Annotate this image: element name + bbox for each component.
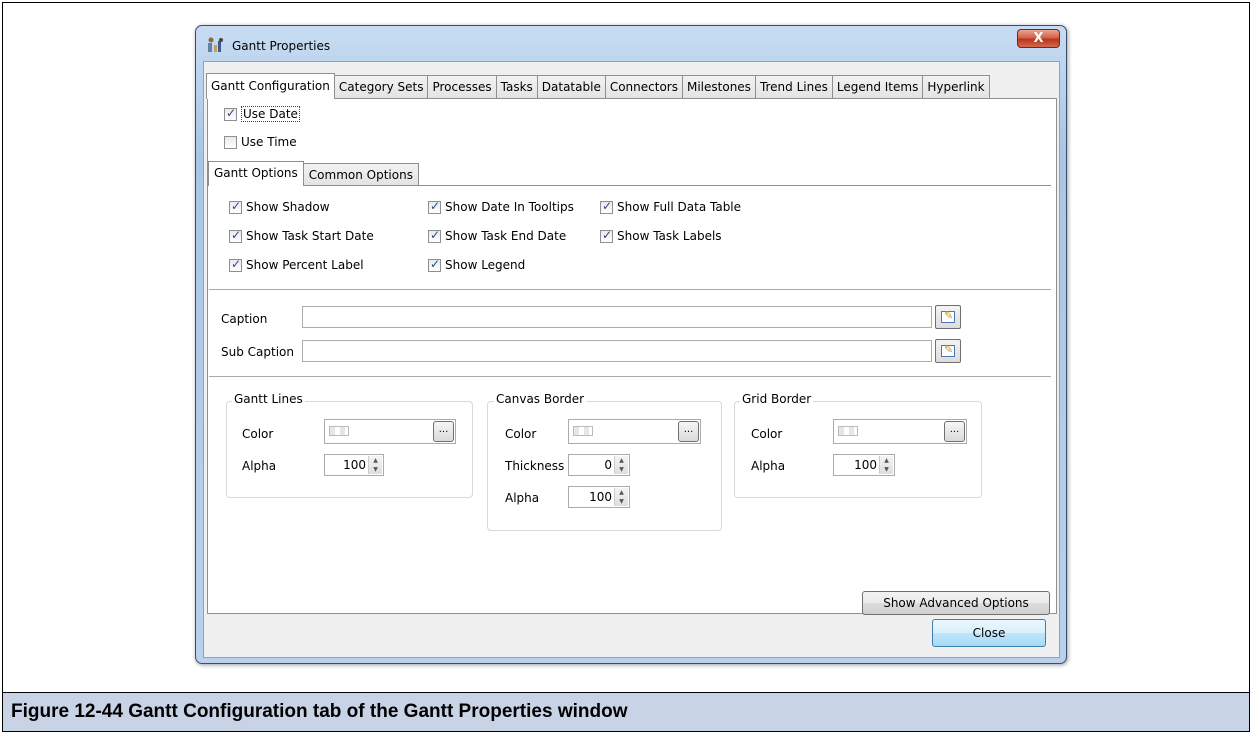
sub-caption-input[interactable]	[302, 340, 932, 362]
checkbox-box[interactable]	[229, 228, 242, 243]
spinner-arrows-icon[interactable]: ▲ ▼	[614, 456, 628, 474]
tab-legend-items[interactable]: Legend Items	[831, 75, 924, 99]
show-task-labels-checkbox[interactable]: Show Task Labels	[600, 228, 722, 243]
gantt-properties-window: Gantt Properties X Gantt Configuration C…	[195, 25, 1067, 664]
grid-border-color-label: Color	[751, 427, 783, 441]
grid-border-alpha-spinner[interactable]: 100 ▲ ▼	[833, 454, 895, 476]
window-client: Gantt Configuration Category Sets Proces…	[203, 61, 1060, 658]
gantt-lines-alpha-spinner[interactable]: 100 ▲ ▼	[324, 454, 384, 476]
show-full-data-table-checkbox[interactable]: Show Full Data Table	[600, 199, 741, 214]
use-time-checkbox[interactable]: Use Time	[224, 135, 297, 149]
tab-hyperlink[interactable]: Hyperlink	[922, 75, 990, 99]
grid-border-group	[734, 401, 982, 498]
color-browse-button[interactable]: ...	[433, 421, 454, 442]
canvas-border-color-label: Color	[505, 427, 537, 441]
show-date-in-tooltips-checkbox[interactable]: Show Date In Tooltips	[428, 199, 574, 214]
gantt-configuration-panel: Use Date Use Time Gantt Options Common O…	[207, 98, 1057, 615]
spinner-arrows-icon[interactable]: ▲ ▼	[614, 488, 628, 506]
caption-edit-button[interactable]	[935, 305, 961, 329]
checkbox-box[interactable]	[224, 106, 237, 121]
spinner-value: 100	[343, 458, 366, 472]
canvas-border-title: Canvas Border	[494, 392, 587, 406]
tab-processes[interactable]: Processes	[427, 75, 497, 99]
sub-tab-strip: Gantt Options Common Options	[208, 161, 419, 186]
tab-common-options[interactable]: Common Options	[302, 163, 419, 185]
caption-input[interactable]	[302, 306, 932, 328]
window-title: Gantt Properties	[232, 39, 331, 53]
figure-caption: Figure 12-44 Gantt Configuration tab of …	[2, 692, 1250, 732]
caption-label: Caption	[221, 312, 268, 326]
checkbox-box[interactable]	[224, 136, 237, 149]
title-bar[interactable]: Gantt Properties X	[196, 26, 1066, 56]
tab-milestones[interactable]: Milestones	[681, 75, 756, 99]
app-icon	[208, 37, 223, 52]
checkbox-box[interactable]	[428, 199, 441, 214]
grid-border-alpha-label: Alpha	[751, 459, 786, 473]
tab-category-sets[interactable]: Category Sets	[333, 75, 429, 99]
canvas-border-thickness-label: Thickness	[505, 459, 565, 473]
color-browse-button[interactable]: ...	[678, 421, 699, 442]
checkbox-box[interactable]	[229, 257, 242, 272]
checkbox-box[interactable]	[428, 257, 441, 272]
use-date-checkbox[interactable]: Use Date	[224, 106, 300, 122]
checkbox-box[interactable]	[600, 199, 613, 214]
spinner-arrows-icon[interactable]: ▲ ▼	[368, 456, 382, 474]
show-shadow-checkbox[interactable]: Show Shadow	[229, 199, 330, 214]
checkbox-box[interactable]	[600, 228, 613, 243]
gantt-options-panel: Show Shadow Show Date In Tooltips Show F…	[209, 185, 1051, 290]
gantt-lines-color-picker[interactable]: ...	[324, 419, 456, 444]
tab-gantt-options[interactable]: Gantt Options	[208, 161, 304, 186]
canvas-border-color-picker[interactable]: ...	[568, 419, 701, 444]
close-button[interactable]: Close	[932, 619, 1046, 647]
line-settings-section: Gantt Lines Color ... Alpha 100 ▲ ▼ Canva…	[209, 377, 1051, 542]
close-window-button[interactable]: X	[1017, 29, 1060, 48]
gantt-lines-title: Gantt Lines	[232, 392, 305, 406]
show-percent-label-checkbox[interactable]: Show Percent Label	[229, 257, 364, 272]
show-legend-checkbox[interactable]: Show Legend	[428, 257, 525, 272]
color-swatch	[838, 426, 858, 436]
canvas-border-alpha-label: Alpha	[505, 491, 540, 505]
show-task-end-date-checkbox[interactable]: Show Task End Date	[428, 228, 566, 243]
spinner-value: 0	[604, 458, 612, 472]
show-task-start-date-checkbox[interactable]: Show Task Start Date	[229, 228, 374, 243]
grid-border-title: Grid Border	[740, 392, 814, 406]
checkbox-box[interactable]	[229, 199, 242, 214]
canvas-border-alpha-spinner[interactable]: 100 ▲ ▼	[568, 486, 630, 508]
tab-gantt-configuration[interactable]: Gantt Configuration	[206, 73, 335, 99]
tab-connectors[interactable]: Connectors	[604, 75, 683, 99]
sub-caption-label: Sub Caption	[221, 345, 294, 359]
color-swatch	[573, 426, 593, 436]
gantt-lines-alpha-label: Alpha	[242, 459, 277, 473]
gantt-lines-group	[226, 401, 473, 498]
edit-pencil-icon	[941, 343, 955, 357]
tab-tasks[interactable]: Tasks	[495, 75, 538, 99]
grid-border-color-picker[interactable]: ...	[833, 419, 967, 444]
checkbox-box[interactable]	[428, 228, 441, 243]
main-tab-strip: Gantt Configuration Category Sets Proces…	[206, 73, 990, 99]
spinner-arrows-icon[interactable]: ▲ ▼	[879, 456, 893, 474]
spinner-value: 100	[589, 490, 612, 504]
tab-trend-lines[interactable]: Trend Lines	[754, 75, 833, 99]
gantt-lines-color-label: Color	[242, 427, 274, 441]
edit-pencil-icon	[941, 309, 955, 323]
tab-datatable[interactable]: Datatable	[536, 75, 606, 99]
spinner-value: 100	[854, 458, 877, 472]
sub-caption-edit-button[interactable]	[935, 339, 961, 363]
color-browse-button[interactable]: ...	[944, 421, 965, 442]
show-advanced-options-button[interactable]: Show Advanced Options	[862, 591, 1050, 615]
captions-section: Caption Sub Caption	[209, 290, 1051, 377]
color-swatch	[329, 426, 349, 436]
canvas-border-thickness-spinner[interactable]: 0 ▲ ▼	[568, 454, 630, 476]
